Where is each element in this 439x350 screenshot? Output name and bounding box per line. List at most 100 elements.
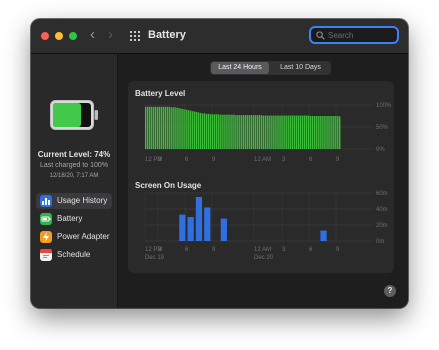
battery-level-bar	[201, 113, 204, 149]
y-tick-label: 0m	[376, 239, 384, 245]
chevron-right-icon[interactable]: ›	[108, 27, 113, 43]
calendar-icon	[40, 249, 52, 261]
search-field[interactable]	[309, 26, 399, 44]
battery-level-bar	[339, 116, 341, 149]
chevron-left-icon[interactable]: ‹	[90, 27, 95, 43]
battery-level-bar	[239, 115, 241, 149]
battery-level-bar	[199, 112, 202, 149]
sidebar-item-schedule[interactable]: Schedule	[36, 247, 112, 263]
battery-level-bar	[337, 116, 339, 149]
battery-level-bar	[243, 115, 245, 149]
battery-level-bar	[152, 106, 155, 149]
x-tick-label: 9	[336, 247, 340, 253]
x-tick-label: 6	[309, 157, 313, 163]
battery-level-bar	[331, 116, 333, 149]
battery-level-bar	[231, 114, 233, 149]
battery-level-bar	[154, 106, 157, 149]
search-icon	[316, 31, 325, 40]
x-tick-label: 6	[185, 157, 189, 163]
battery-level-bar	[323, 116, 325, 149]
minimize-button[interactable]	[55, 32, 63, 40]
screen-on-usage-chart: 60m40m20m0m12 PM3 6 9 12 AM 3 6 9Dec 19 Dec 20	[144, 191, 388, 261]
battery-level-bar	[246, 115, 249, 149]
battery-level-bar	[325, 116, 327, 149]
battery-level-bar	[227, 114, 229, 149]
screen-usage-bar	[187, 217, 194, 241]
battery-level-bar	[221, 114, 223, 149]
battery-level-chart: 100%50%0%12 PM3 6 9 12 AM 3 6 9	[144, 103, 392, 163]
battery-level-bar	[303, 115, 306, 149]
battery-level-bar	[213, 114, 216, 149]
battery-level-bar	[225, 114, 227, 149]
battery-level-bar	[244, 115, 247, 149]
sidebar-item-label: Power Adapter	[57, 232, 110, 241]
sidebar-item-label: Schedule	[57, 250, 91, 259]
battery-level-bar	[217, 114, 219, 149]
battery-level-bar	[278, 115, 280, 149]
lightning-icon	[40, 231, 52, 243]
window-title: Battery	[148, 29, 186, 41]
battery-level-bar	[282, 115, 284, 149]
battery-level-bar	[272, 115, 274, 149]
charged-date-label: 12/18/20, 7:17 AM	[49, 173, 99, 179]
battery-level-bar	[335, 116, 337, 149]
battery-level-bar	[256, 115, 259, 149]
battery-level-bar	[172, 107, 174, 149]
battery-level-bar	[276, 115, 278, 149]
battery-level-bar	[174, 107, 176, 149]
battery-level-bar	[160, 106, 163, 149]
y-tick-label: 50%	[376, 125, 389, 131]
screen-usage-bar	[220, 218, 227, 241]
zoom-button[interactable]	[69, 32, 77, 40]
battery-level-bar	[180, 108, 182, 149]
battery-level-bar	[205, 113, 208, 149]
segment-last-24-hours[interactable]: Last 24 Hours	[211, 62, 269, 74]
battery-level-bar	[146, 106, 149, 149]
bar-chart-icon	[40, 195, 52, 207]
date-label: Dec 20	[254, 255, 274, 261]
battery-level-bar	[280, 115, 282, 149]
battery-level-bar	[292, 115, 294, 149]
battery-level-bar	[162, 106, 165, 149]
x-tick-label: 9	[212, 247, 216, 253]
battery-level-bar	[156, 106, 159, 149]
y-tick-label: 100%	[376, 103, 392, 109]
battery-level-bar	[315, 116, 317, 149]
close-button[interactable]	[41, 32, 49, 40]
battery-level-bar	[215, 114, 217, 149]
battery-level-bar	[266, 115, 268, 149]
battery-level-bar	[319, 116, 321, 149]
title-bar: ‹ › Battery	[31, 19, 408, 54]
sidebar-item-power-adapter[interactable]: Power Adapter	[36, 229, 112, 245]
x-tick-label: 12 AM	[254, 247, 271, 253]
battery-level-bar	[203, 113, 206, 149]
battery-level-fill	[53, 103, 82, 127]
battery-level-bar	[288, 115, 290, 149]
battery-level-bar	[233, 114, 235, 149]
battery-level-bar	[268, 115, 270, 149]
grid-icon[interactable]	[130, 31, 141, 41]
sidebar-item-usage-history[interactable]: Usage History	[36, 193, 112, 209]
battery-level-bar	[186, 109, 188, 149]
battery-level-bar	[270, 115, 272, 149]
sidebar-item-battery[interactable]: Battery	[36, 211, 112, 227]
battery-level-bar	[219, 114, 221, 149]
segment-last-10-days[interactable]: Last 10 Days	[271, 62, 330, 74]
battery-icon	[50, 100, 98, 130]
time-range-segmented-control[interactable]: Last 24 Hours Last 10 Days	[210, 61, 331, 75]
y-tick-label: 0%	[376, 147, 385, 153]
screen-usage-bar	[204, 207, 211, 241]
x-tick-label: 3	[282, 157, 286, 163]
y-tick-label: 20m	[376, 223, 388, 229]
search-input[interactable]	[328, 29, 394, 42]
battery-level-bar	[309, 116, 312, 149]
battery-level-bar	[301, 115, 304, 149]
help-button[interactable]: ?	[384, 285, 396, 297]
battery-level-bar	[313, 116, 315, 149]
battery-level-bar	[284, 115, 286, 149]
battery-level-bar	[307, 115, 310, 149]
battery-level-bar	[195, 112, 198, 149]
battery-level-bar	[229, 114, 231, 149]
battery-level-bar	[260, 115, 263, 149]
battery-level-bar	[311, 116, 314, 149]
